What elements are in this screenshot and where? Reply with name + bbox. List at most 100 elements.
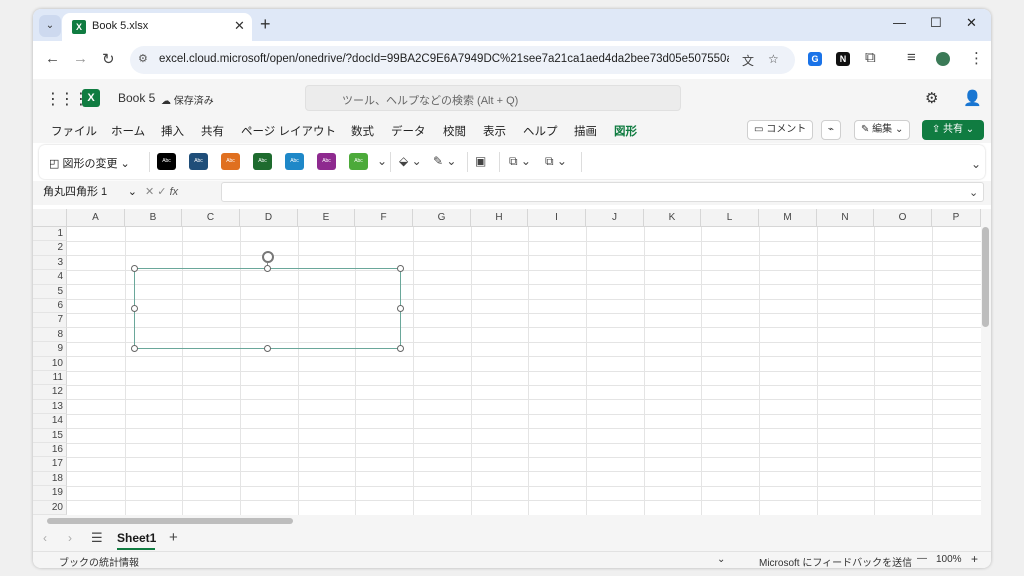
resize-handle-bottom-left[interactable] (131, 345, 138, 352)
menu-file[interactable]: ファイル (51, 123, 97, 139)
back-icon[interactable]: ← (45, 50, 60, 67)
profile-avatar[interactable] (936, 52, 950, 66)
row-header[interactable]: 6 (33, 299, 67, 314)
column-header-d[interactable]: D (240, 209, 298, 227)
menu-data[interactable]: データ (391, 123, 426, 139)
zoom-out-button[interactable]: — (917, 553, 927, 564)
style-swatch-2[interactable]: Abc (189, 153, 208, 170)
browser-tab[interactable]: X Book 5.xlsx ✕ (62, 13, 252, 41)
resize-handle-bottom-right[interactable] (397, 345, 404, 352)
app-launcher-icon[interactable]: ⋮⋮⋮ (45, 89, 89, 109)
menu-home[interactable]: ホーム (111, 123, 145, 139)
row-header[interactable]: 2 (33, 241, 67, 256)
send-backward-icon[interactable]: ⧉ ⌄ (545, 154, 567, 169)
column-header-g[interactable]: G (413, 209, 471, 227)
row-header[interactable]: 3 (33, 255, 67, 271)
bring-forward-icon[interactable]: ⧉ ⌄ (509, 154, 531, 169)
change-shape-button[interactable]: ◰ 図形の変更 ⌄ (49, 155, 130, 171)
fill-bucket-icon[interactable]: ⬙ ⌄ (399, 154, 422, 168)
row-header[interactable]: 1 (33, 227, 67, 242)
function-fx-icon[interactable]: fx (170, 186, 179, 198)
resize-handle-left[interactable] (131, 305, 138, 312)
menu-insert[interactable]: 挿入 (161, 123, 184, 139)
column-header-m[interactable]: M (759, 209, 817, 227)
maximize-button[interactable]: ☐ (930, 15, 942, 31)
workbook-stats[interactable]: ブックの統計情報 (59, 554, 139, 568)
style-swatch-5[interactable]: Abc (285, 153, 304, 170)
style-swatch-7[interactable]: Abc (349, 153, 368, 170)
site-info-icon[interactable]: ⚙ (138, 52, 148, 65)
resize-handle-top-left[interactable] (131, 265, 138, 272)
row-header[interactable]: 19 (33, 486, 67, 501)
tab-close-icon[interactable]: ✕ (234, 18, 245, 34)
resize-handle-top-right[interactable] (397, 265, 404, 272)
column-header-h[interactable]: H (471, 209, 528, 227)
row-header[interactable]: 4 (33, 270, 67, 285)
column-header-n[interactable]: N (817, 209, 874, 227)
menu-review[interactable]: 校閲 (443, 123, 466, 139)
close-window-button[interactable]: ✕ (966, 15, 977, 31)
row-header[interactable]: 11 (33, 371, 67, 386)
resize-handle-top[interactable] (264, 265, 271, 272)
column-header-l[interactable]: L (701, 209, 759, 227)
style-swatch-1[interactable]: Abc (157, 153, 176, 170)
column-header-c[interactable]: C (182, 209, 240, 227)
selected-rounded-rectangle-shape[interactable] (134, 268, 401, 349)
alt-text-icon[interactable]: ▣ (475, 154, 486, 168)
style-swatch-6[interactable]: Abc (317, 153, 336, 170)
column-header-e[interactable]: E (298, 209, 355, 227)
notion-icon[interactable]: N (836, 52, 850, 66)
minimize-button[interactable]: — (893, 15, 906, 30)
horizontal-scroll-thumb[interactable] (47, 518, 293, 524)
row-header[interactable]: 8 (33, 327, 67, 343)
resize-handle-bottom[interactable] (264, 345, 271, 352)
sheet-tab-sheet1[interactable]: Sheet1 (117, 531, 156, 545)
account-person-icon[interactable]: 👤 (963, 89, 982, 107)
column-header-p[interactable]: P (932, 209, 981, 227)
row-header[interactable]: 16 (33, 443, 67, 458)
column-header-o[interactable]: O (874, 209, 932, 227)
zoom-level[interactable]: 100% (936, 554, 962, 565)
column-header-i[interactable]: I (528, 209, 586, 227)
menu-help[interactable]: ヘルプ (523, 123, 558, 139)
feedback-link[interactable]: Microsoft にフィードバックを送信 (759, 554, 912, 568)
formula-input[interactable] (221, 182, 984, 202)
styles-expand-icon[interactable]: ⌄ (377, 154, 387, 168)
status-chevron-icon[interactable]: ⌄ (717, 554, 725, 565)
address-bar[interactable]: ⚙ excel.cloud.microsoft/open/onedrive/?d… (130, 46, 795, 74)
column-header-a[interactable]: A (67, 209, 125, 227)
all-sheets-menu-icon[interactable]: ☰ (91, 530, 103, 546)
menu-shape[interactable]: 図形 (614, 123, 637, 139)
column-header-b[interactable]: B (125, 209, 182, 227)
settings-gear-icon[interactable]: ⚙ (925, 89, 938, 107)
row-header[interactable]: 9 (33, 342, 67, 357)
rotation-handle-icon[interactable] (262, 251, 274, 263)
ribbon-collapse-icon[interactable]: ⌄ (971, 157, 981, 171)
add-sheet-button[interactable]: + (169, 529, 178, 546)
row-header[interactable]: 15 (33, 428, 67, 443)
search-input[interactable]: ツール、ヘルプなどの検索 (Alt + Q) (305, 85, 681, 111)
formula-expand-icon[interactable]: ⌄ (969, 186, 978, 199)
catch-up-button[interactable]: ⌁ (821, 120, 842, 140)
menu-formulas[interactable]: 数式 (351, 123, 374, 139)
name-box[interactable]: 角丸四角形 1 ⌄ (39, 182, 139, 202)
vertical-scroll-thumb[interactable] (982, 227, 989, 327)
row-header[interactable]: 12 (33, 385, 67, 400)
menu-view[interactable]: 表示 (483, 123, 506, 139)
enter-check-icon[interactable]: ✓ (157, 186, 169, 198)
resize-handle-right[interactable] (397, 305, 404, 312)
new-tab-button[interactable]: + (260, 14, 271, 35)
row-header[interactable]: 17 (33, 457, 67, 472)
share-button[interactable]: ⇪ 共有 ⌄ (922, 120, 984, 140)
save-status[interactable]: ☁ 保存済み (161, 92, 214, 107)
extensions-puzzle-icon[interactable]: ⧉ (865, 49, 876, 66)
spreadsheet-grid[interactable]: A B C D E F G H I J K L M N O P 1 2 3 4 … (33, 209, 991, 515)
next-sheet-icon[interactable]: › (68, 531, 72, 545)
reload-icon[interactable]: ↻ (102, 50, 115, 68)
row-header[interactable]: 13 (33, 399, 67, 415)
style-swatch-3[interactable]: Abc (221, 153, 240, 170)
column-header-k[interactable]: K (644, 209, 701, 227)
menu-page-layout[interactable]: ページ レイアウト (241, 123, 336, 139)
row-header[interactable]: 7 (33, 313, 67, 328)
edit-mode-button[interactable]: ✎ 編集 ⌄ (854, 120, 911, 140)
